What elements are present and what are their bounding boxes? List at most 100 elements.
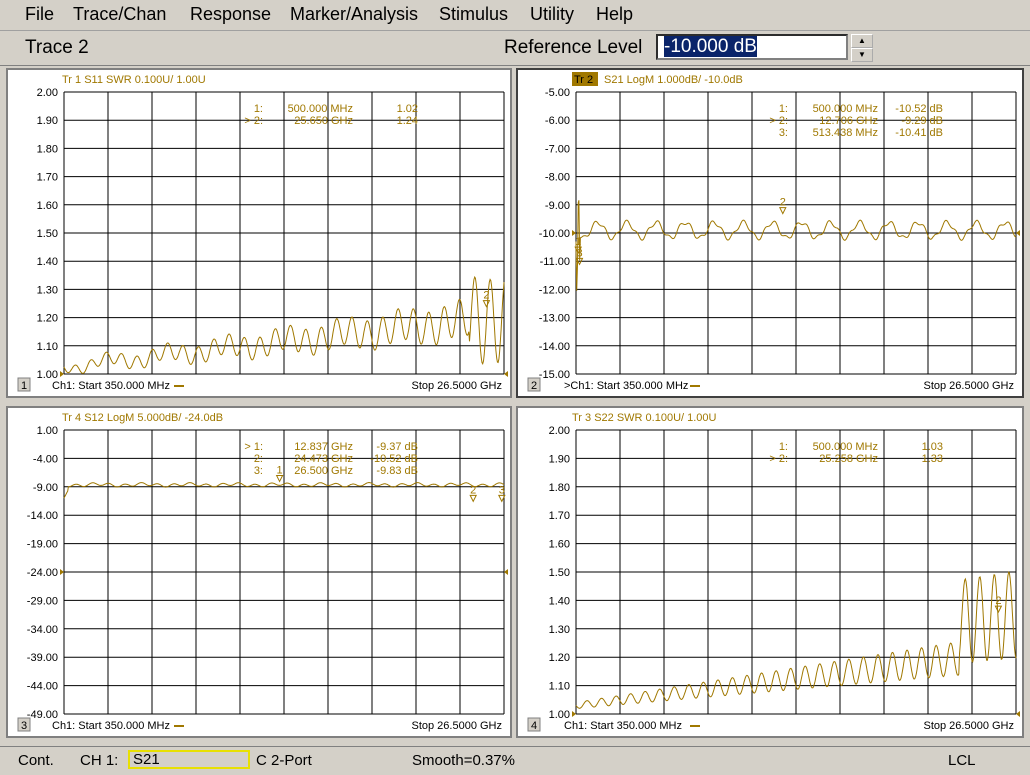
- menu-trace-chan[interactable]: Trace/Chan: [73, 4, 166, 25]
- y-tick-label: 1.00: [37, 425, 58, 437]
- marker-table-response: -9.29 dB: [901, 115, 943, 127]
- marker-table-response: 1.24: [397, 115, 418, 127]
- menu-bar: File Trace/Chan Response Marker/Analysis…: [0, 0, 1030, 31]
- y-tick-label: 2.00: [37, 87, 58, 99]
- spin-down-icon[interactable]: ▼: [851, 48, 873, 62]
- smoothing-status[interactable]: Smooth=0.37%: [412, 752, 515, 769]
- sweep-stop-label: Stop 26.5000 GHz: [923, 720, 1014, 732]
- marker-table-stimulus: 500.000 MHz: [813, 103, 878, 115]
- y-tick-label: -44.00: [27, 681, 58, 693]
- sweep-mode[interactable]: Cont.: [18, 752, 54, 769]
- menu-stimulus[interactable]: Stimulus: [439, 4, 508, 25]
- y-tick-label: 1.10: [549, 681, 570, 693]
- marker-table-response: -9.83 dB: [376, 465, 418, 477]
- marker-table-response: -10.52 dB: [370, 453, 418, 465]
- reference-left-icon: [60, 569, 64, 575]
- panel-number: 4: [531, 720, 537, 732]
- trace-panel-3[interactable]: 1.00 -4.00 -9.00 -14.00 -19.00 -24.00 -29.00 -3…: [6, 406, 512, 738]
- menu-utility[interactable]: Utility: [530, 4, 574, 25]
- trace-panel-4[interactable]: 2.00 1.90 1.80 1.70 1.60 1.50 1.40 1.30 1.20 1.10…: [516, 406, 1024, 738]
- trace-plot-svg: -5.00 -6.00 -7.00 -8.00 -9.00 -10.00 -11.00 -12…: [527, 72, 1020, 392]
- marker-table-stimulus: 25.258 GHz: [819, 453, 878, 465]
- y-tick-label: -34.00: [27, 624, 58, 636]
- trace-header: Tr 3 S22 SWR 0.100U/ 1.00U: [572, 412, 717, 424]
- local-remote-status: LCL: [948, 752, 976, 769]
- y-tick-label: -9.00: [545, 200, 570, 212]
- menu-response[interactable]: Response: [190, 4, 271, 25]
- y-tick-label: -11.00: [540, 256, 570, 268]
- y-tick-label: 1.50: [549, 567, 570, 579]
- trace-panel-2[interactable]: -5.00 -6.00 -7.00 -8.00 -9.00 -10.00 -11.00 -12…: [516, 68, 1024, 398]
- marker-icon-label: 2: [995, 595, 1001, 607]
- menu-marker-analysis[interactable]: Marker/Analysis: [290, 4, 418, 25]
- y-tick-label: -24.00: [27, 567, 58, 579]
- trace-header-tr: Tr 2: [574, 74, 593, 86]
- y-tick-label: -13.00: [539, 313, 570, 325]
- calibration-status[interactable]: C 2-Port: [256, 752, 312, 769]
- y-tick-label: -19.00: [27, 539, 58, 551]
- sweep-start-label: Ch1: Start 350.000 MHz: [52, 720, 170, 732]
- marker-icon-label: 1: [277, 464, 283, 476]
- marker-table-stimulus: 12.837 GHz: [294, 441, 353, 453]
- entry-bar: Trace 2 Reference Level -10.000 dB ▲ ▼: [0, 31, 1030, 66]
- y-tick-label: -4.00: [33, 453, 58, 465]
- trace-panel-1[interactable]: 2.00 1.90 1.80 1.70 1.60 1.50 1.40 1.30 1.20 1.10…: [6, 68, 512, 398]
- marker-icon-label: 3: [499, 484, 505, 496]
- marker-table-stimulus: 500.000 MHz: [288, 103, 353, 115]
- reference-right-icon: [504, 371, 508, 377]
- y-tick-label: 1.90: [37, 115, 58, 127]
- reference-right-icon: [504, 569, 508, 575]
- y-tick-label: -12.00: [539, 284, 570, 296]
- marker-table-index: 1:: [779, 103, 788, 115]
- marker-table-response: 1.33: [922, 453, 943, 465]
- trace-plot-svg: 2.00 1.90 1.80 1.70 1.60 1.50 1.40 1.30 1.20 1.10…: [17, 74, 508, 392]
- sweep-start-label: Ch1: Start 350.000 MHz: [52, 380, 170, 392]
- marker-icon-label: 3: [576, 247, 582, 259]
- marker-table-stimulus: 500.000 MHz: [813, 441, 878, 453]
- marker-table-response: -10.41 dB: [895, 127, 943, 139]
- marker-table-index: > 2:: [244, 115, 263, 127]
- marker-icon-label: 2: [483, 290, 489, 302]
- y-tick-label: -39.00: [27, 652, 58, 664]
- y-tick-label: 1.20: [37, 313, 58, 325]
- y-tick-label: 1.20: [549, 652, 570, 664]
- y-tick-label: 1.90: [549, 453, 570, 465]
- y-tick-label: -14.00: [27, 510, 58, 522]
- marker-table-index: > 2:: [769, 115, 788, 127]
- reference-level-spinner[interactable]: ▲ ▼: [851, 34, 873, 62]
- y-tick-label: 1.40: [549, 595, 570, 607]
- reference-level-input[interactable]: -10.000 dB: [656, 34, 848, 60]
- reference-left-icon: [60, 371, 64, 377]
- marker-table-index: 2:: [254, 453, 263, 465]
- sweep-stop-label: Stop 26.5000 GHz: [411, 720, 502, 732]
- y-tick-label: -7.00: [545, 143, 570, 155]
- y-tick-label: 1.60: [37, 200, 58, 212]
- marker-table-stimulus: 12.706 GHz: [819, 115, 878, 127]
- marker-table-response: 1.03: [922, 441, 943, 453]
- trace-plot-svg: 2.00 1.90 1.80 1.70 1.60 1.50 1.40 1.30 1.20 1.10…: [527, 412, 1020, 732]
- marker-icon-label: 2: [780, 197, 786, 209]
- y-tick-label: -14.00: [539, 341, 570, 353]
- marker-table-index: > 1:: [244, 441, 263, 453]
- active-trace-title: Trace 2: [25, 37, 89, 58]
- sweep-stop-label: Stop 26.5000 GHz: [411, 380, 502, 392]
- marker-icon-label: 1: [575, 236, 581, 248]
- y-tick-label: -29.00: [27, 595, 58, 607]
- y-tick-label: 1.70: [549, 510, 570, 522]
- marker-table-response: -9.37 dB: [376, 441, 418, 453]
- menu-file[interactable]: File: [25, 4, 54, 25]
- panel-number: 3: [21, 720, 27, 732]
- menu-help[interactable]: Help: [596, 4, 633, 25]
- y-tick-label: -10.00: [539, 228, 570, 240]
- sweep-start-label: Ch1: Start 350.000 MHz: [564, 720, 682, 732]
- y-tick-label: 1.80: [549, 482, 570, 494]
- trace-plot-svg: 1.00 -4.00 -9.00 -14.00 -19.00 -24.00 -29.00 -3…: [17, 412, 508, 732]
- marker-icon-label: 2: [470, 484, 476, 496]
- reference-right-icon: [1016, 230, 1020, 236]
- active-parameter[interactable]: S21: [128, 750, 250, 769]
- marker-table-index: 1:: [779, 441, 788, 453]
- marker-table-response: 1.02: [397, 103, 418, 115]
- y-tick-label: 1.10: [37, 341, 58, 353]
- spin-up-icon[interactable]: ▲: [851, 34, 873, 48]
- panel-number: 2: [531, 380, 537, 392]
